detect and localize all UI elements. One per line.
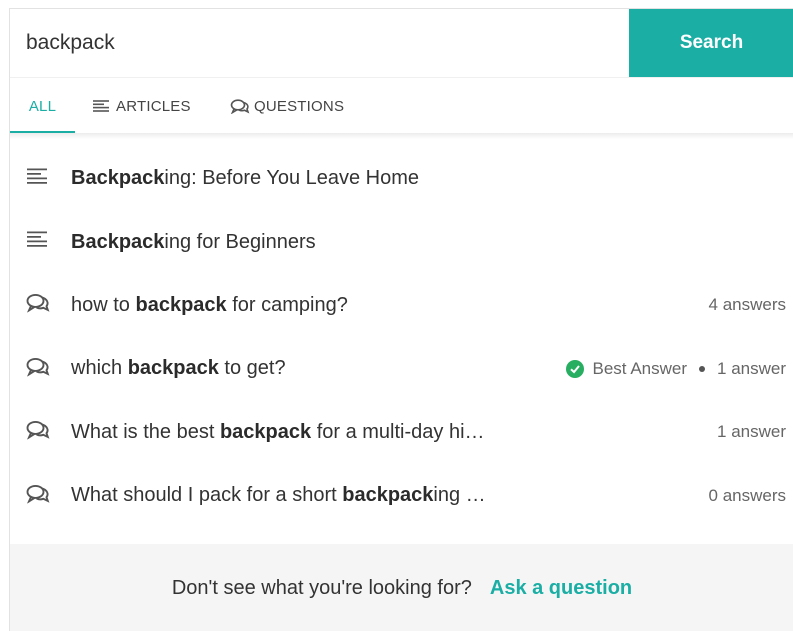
article-lines-icon (26, 230, 50, 250)
result-title[interactable]: which backpack to get? (71, 357, 286, 380)
result-title-rest: for a multi-day hi… (311, 420, 485, 443)
speech-bubbles-icon (26, 421, 50, 441)
tab-questions[interactable]: QUESTIONS (230, 78, 344, 134)
answer-count-text: 1 answer (717, 422, 786, 442)
best-answer-badge: Best Answer (592, 358, 688, 378)
result-title-match: backpack (219, 420, 312, 443)
tab-all-label: ALL (28, 97, 57, 115)
search-widget: Search ALL ARTICLES QUESTIONS Backpackin… (9, 8, 793, 631)
result-title-pre: What should I pack for a short (71, 484, 343, 507)
search-input[interactable] (10, 9, 629, 77)
result-title[interactable]: how to backpack for camping? (71, 294, 348, 317)
answer-count-text: 4 answers (708, 295, 786, 315)
article-lines-icon (92, 99, 110, 113)
result-title-rest: ing: Before You Leave Home (164, 167, 420, 190)
answer-count: 1 answer (717, 422, 786, 442)
answer-count-text: 0 answers (708, 485, 786, 505)
bullet-separator (699, 365, 706, 372)
results-list: Backpacking: Before You Leave Home Backp… (10, 147, 793, 527)
result-title-match: backpack (342, 484, 434, 507)
answer-meta: Best Answer 1 answer (565, 358, 786, 379)
tab-questions-label: QUESTIONS (254, 97, 345, 115)
article-lines-icon (26, 167, 50, 187)
result-item[interactable]: how to backpack for camping? 4 answers (10, 274, 793, 337)
tabs-divider (10, 133, 793, 139)
result-title-rest: for camping? (226, 293, 348, 316)
speech-bubbles-icon (230, 99, 250, 115)
ask-question-link[interactable]: Ask a question (490, 577, 632, 600)
result-title-rest: ing for Beginners (164, 230, 316, 253)
result-title-match: Backpack (71, 230, 165, 253)
result-title-rest: to get? (218, 357, 286, 380)
result-tabs: ALL ARTICLES QUESTIONS (10, 77, 793, 134)
speech-bubbles-icon (26, 484, 50, 504)
tab-all[interactable]: ALL (10, 78, 75, 134)
result-title-match: backpack (135, 293, 227, 316)
result-title-pre: What is the best (71, 420, 220, 443)
answer-count-text: 1 answer (717, 358, 786, 378)
results-footer: Don't see what you're looking for? Ask a… (10, 544, 793, 631)
result-title[interactable]: What is the best backpack for a multi-da… (71, 421, 485, 444)
result-title-match: backpack (127, 357, 219, 380)
result-item[interactable]: which backpack to get? Best Answer 1 ans… (10, 337, 793, 400)
tab-articles[interactable]: ARTICLES (92, 78, 191, 134)
speech-bubbles-icon (26, 294, 50, 314)
answer-count: 4 answers (709, 295, 786, 315)
speech-bubbles-icon (26, 357, 50, 377)
result-item[interactable]: Backpacking for Beginners (10, 210, 793, 273)
search-bar: Search (10, 9, 793, 77)
answer-count: 0 answers (709, 486, 786, 506)
result-title-match: Backpack (71, 167, 165, 190)
footer-prompt: Don't see what you're looking for? (171, 576, 472, 599)
check-circle-icon (565, 359, 584, 378)
result-title-pre: which (71, 357, 128, 380)
result-title[interactable]: What should I pack for a short backpacki… (71, 484, 486, 507)
search-button[interactable]: Search (629, 9, 793, 77)
result-title-rest: ing … (433, 484, 486, 507)
result-item[interactable]: What should I pack for a short backpacki… (10, 464, 793, 527)
result-item[interactable]: Backpacking: Before You Leave Home (10, 147, 793, 210)
result-item[interactable]: What is the best backpack for a multi-da… (10, 401, 793, 464)
result-title-pre: how to (71, 293, 136, 316)
result-title[interactable]: Backpacking for Beginners (71, 231, 316, 254)
tab-articles-label: ARTICLES (116, 97, 191, 115)
result-title[interactable]: Backpacking: Before You Leave Home (71, 167, 419, 190)
